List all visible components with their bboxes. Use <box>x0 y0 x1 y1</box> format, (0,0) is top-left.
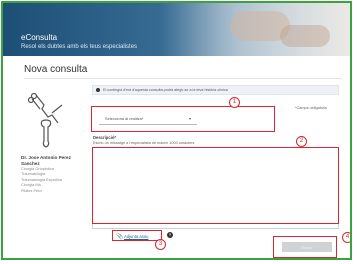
highlight-box-send <box>273 236 337 258</box>
banner-photo-hand <box>280 25 330 47</box>
required-fields-note: *Camps obligatoris <box>295 106 327 110</box>
description-label: Descripció* <box>93 135 117 140</box>
highlight-box-attach <box>112 230 162 241</box>
callout-number: 2 <box>296 136 307 147</box>
callout-number: 3 <box>155 239 166 250</box>
highlight-box-description <box>92 147 339 224</box>
doctor-name: Dr. Jose Antonio Perez Sanchez <box>21 155 71 166</box>
banner-photo <box>160 3 350 56</box>
help-icon[interactable]: ? <box>167 232 173 238</box>
page-title: Nova consulta <box>24 64 88 75</box>
doctor-specialty: Pilates Pelvi <box>21 188 42 193</box>
doctor-specialties: Cirurgia Ortopèdica Traumatologia Trauma… <box>21 167 81 194</box>
info-text: El contingut d'est d'aquesta consulta po… <box>103 88 228 92</box>
screenshot-frame: eConsulta Resol els dubtes amb els teus … <box>1 1 352 260</box>
banner-subtitle: Resol els dubtes amb els teus especialis… <box>21 44 138 50</box>
callout-number: 4 <box>342 232 350 243</box>
divider <box>24 78 342 79</box>
bone-joint-illustration <box>28 92 63 148</box>
info-icon <box>96 88 100 92</box>
highlight-box-specialty <box>91 106 275 132</box>
callout-number: 1 <box>229 97 240 108</box>
header-banner: eConsulta Resol els dubtes amb els teus … <box>3 3 350 56</box>
description-help: Escriu un missatge a l'especialista de m… <box>93 141 195 145</box>
info-bar: El contingut d'est d'aquesta consulta po… <box>92 85 339 95</box>
banner-title: eConsulta <box>21 33 58 42</box>
